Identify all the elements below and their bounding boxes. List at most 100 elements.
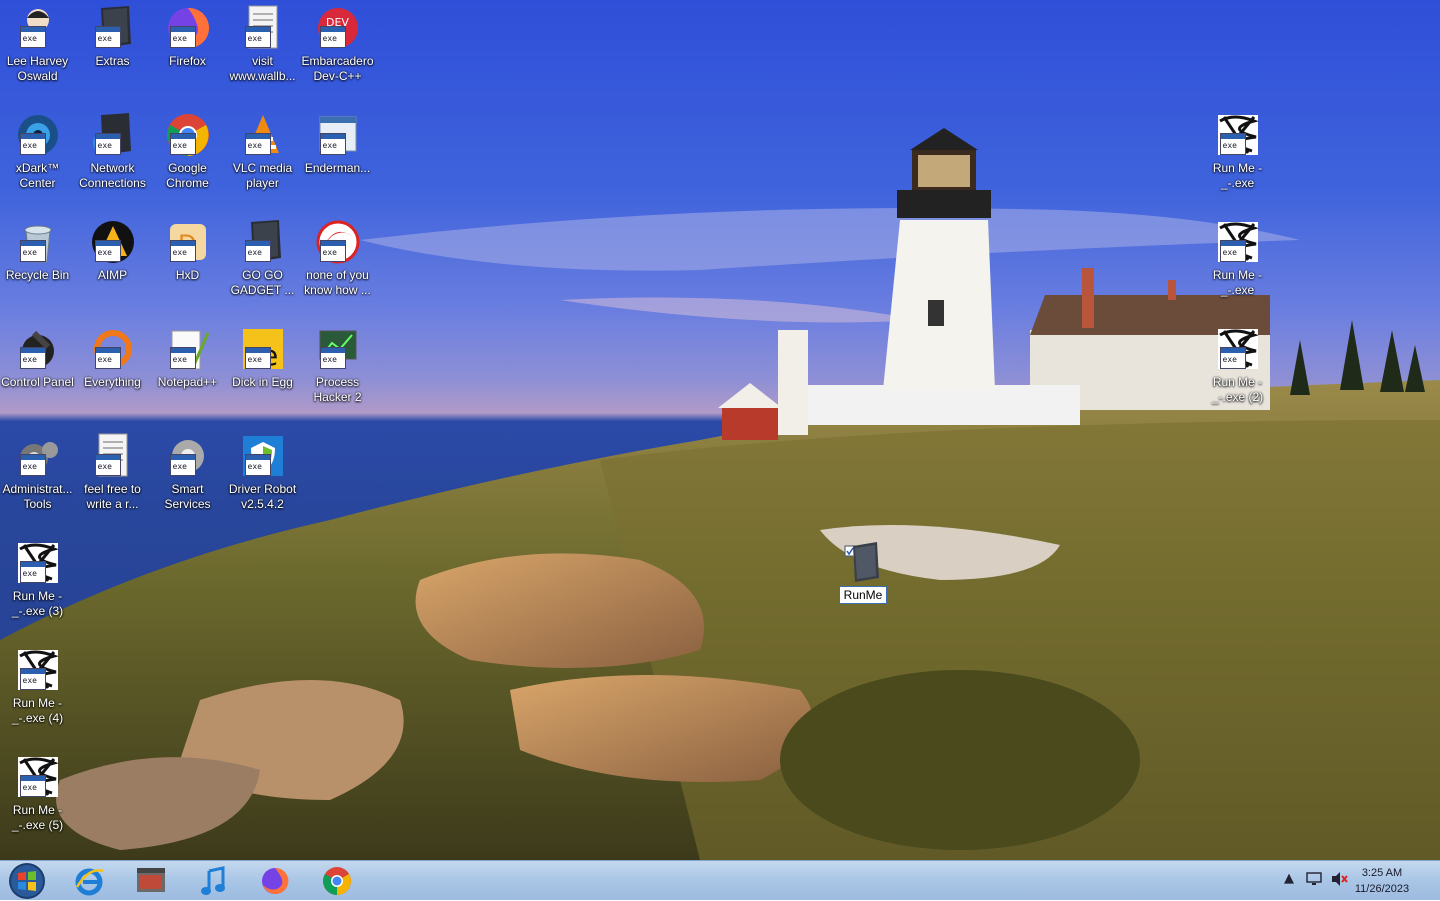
gears-icon — [14, 432, 62, 480]
desktop-icon[interactable]: D HxD — [150, 214, 225, 283]
shield-icon — [239, 432, 287, 480]
hxd-icon: D — [164, 218, 212, 266]
desktop-icon-label: Google Chrome — [166, 161, 209, 190]
desktop-icon-label: Administrat... Tools — [2, 482, 73, 511]
desktop-icon[interactable]: Process Hacker 2 — [300, 321, 375, 405]
desktop-icon[interactable]: Administrat... Tools — [0, 428, 75, 512]
desktop-icon[interactable]: Enderman... — [300, 107, 375, 176]
desktop-icon-label: Dick in Egg — [232, 375, 293, 389]
desktop-icon[interactable]: Control Panel — [0, 321, 75, 390]
egg-icon: e — [239, 325, 287, 373]
document-icon — [89, 432, 137, 480]
desktop-icon[interactable]: Lee Harvey Oswald — [0, 0, 75, 84]
desktop-icon[interactable]: Network Connections — [75, 107, 150, 191]
desktop-icon[interactable]: Run Me -_-.exe — [1200, 107, 1275, 191]
desktop-icon-label: Run Me -_-.exe — [1212, 161, 1263, 190]
desktop-icon-label: Embarcadero Dev-C++ — [301, 54, 374, 83]
desktop-icon[interactable]: Firefox — [150, 0, 225, 69]
scribble-icon — [14, 753, 62, 801]
scribble-icon — [1214, 111, 1262, 159]
desktop-icon[interactable]: Run Me -_-.exe — [1200, 214, 1275, 298]
chrome-icon[interactable] — [312, 863, 362, 899]
desktop-icon-label: Control Panel — [1, 375, 74, 389]
vlc-icon — [239, 111, 287, 159]
figure-icon — [14, 4, 62, 52]
control-panel-icon — [14, 325, 62, 373]
film-icon[interactable] — [126, 863, 176, 899]
desktop-icon-label: Recycle Bin — [5, 268, 70, 282]
desktop-icon[interactable]: e Dick in Egg — [225, 321, 300, 390]
desktop-icon[interactable]: VLC media player — [225, 107, 300, 191]
firefox-icon — [164, 4, 212, 52]
desktop-icon-label: Process Hacker 2 — [313, 375, 362, 404]
desktop-icon[interactable]: Run Me -_-.exe (5) — [0, 749, 75, 833]
search-ring-icon — [89, 325, 137, 373]
desktop-icon-label: Smart Services — [164, 482, 211, 511]
scribble-icon — [14, 646, 62, 694]
gear-icon — [164, 432, 212, 480]
red-circle-icon — [314, 218, 362, 266]
desktop-icon[interactable]: Everything — [75, 321, 150, 390]
desktop-icon[interactable]: Google Chrome — [150, 107, 225, 191]
internet-explorer-icon[interactable] — [64, 863, 114, 899]
desktop-icon-label: Extras — [95, 54, 130, 68]
box-icon — [89, 4, 137, 52]
monitor-icon — [314, 325, 362, 373]
desktop-icon-label: HxD — [175, 268, 200, 282]
desktop-icon[interactable]: visit www.wallb... — [225, 0, 300, 84]
aimp-icon — [89, 218, 137, 266]
desktop-icon-label: Lee Harvey Oswald — [6, 54, 69, 83]
desktop-icon-label: Enderman... — [304, 161, 371, 175]
desktop-icon-label: feel free to write a r... — [84, 482, 141, 511]
desktop-icon-label: Run Me -_-.exe (5) — [11, 803, 64, 832]
clock-time: 3:25 AM — [1361, 867, 1403, 879]
chrome-icon — [164, 111, 212, 159]
network-icon — [89, 111, 137, 159]
clock-date: 11/26/2023 — [1354, 883, 1410, 895]
recycle-bin-icon — [14, 218, 62, 266]
desktop-wallpaper[interactable]: Lee Harvey Oswald Extras Firefox visit www.… — [0, 0, 1440, 860]
window-icon — [314, 111, 362, 159]
devcpp-icon: DEV — [314, 4, 362, 52]
desktop-icon-label: none of you know how ... — [304, 268, 371, 297]
desktop-icon[interactable]: Run Me -_-.exe (2) — [1200, 321, 1275, 405]
desktop-icon[interactable]: Driver Robot v2.5.4.2 — [225, 428, 300, 512]
desktop-icon-label: Run Me -_-.exe (2) — [1211, 375, 1264, 404]
desktop-icon[interactable]: Notepad++ — [150, 321, 225, 390]
desktop-icon[interactable]: Run Me -_-.exe (3) — [0, 535, 75, 619]
desktop-icon-label: Driver Robot v2.5.4.2 — [228, 482, 297, 511]
runme-selected-icon[interactable]: RunMe — [838, 540, 888, 604]
desktop-icon[interactable]: Smart Services — [150, 428, 225, 512]
file-icon — [843, 540, 883, 584]
desktop-icon[interactable]: DEVEmbarcadero Dev-C++ — [300, 0, 375, 84]
desktop-icon-label: Firefox — [169, 54, 206, 68]
network-tray-icon[interactable] — [1306, 871, 1322, 891]
desktop-icon[interactable]: none of you know how ... — [300, 214, 375, 298]
show-hidden-icon[interactable]: ▲ — [1284, 871, 1294, 886]
desktop-icon-label: Run Me -_-.exe (3) — [11, 589, 64, 618]
desktop-icon[interactable]: Recycle Bin — [0, 214, 75, 283]
desktop-icon-label: Network Connections — [79, 161, 146, 190]
scribble-icon — [1214, 218, 1262, 266]
scribble-icon — [1214, 325, 1262, 373]
desktop-icon[interactable]: xDark™ Center — [0, 107, 75, 191]
firefox-icon[interactable] — [250, 863, 300, 899]
scribble-icon — [14, 539, 62, 587]
desktop-icon[interactable]: Run Me -_-.exe (4) — [0, 642, 75, 726]
desktop-icon-label: xDark™ Center — [15, 161, 60, 190]
windows-start-icon[interactable] — [2, 863, 52, 899]
desktop-icon-label: AIMP — [97, 268, 128, 282]
runme-label: RunMe — [838, 586, 888, 604]
desktop-icon-label: visit www.wallb... — [229, 54, 296, 83]
desktop-icon-label: Run Me -_-.exe (4) — [11, 696, 64, 725]
desktop-icon[interactable]: feel free to write a r... — [75, 428, 150, 512]
document-icon — [239, 4, 287, 52]
desktop-icon[interactable]: Extras — [75, 0, 150, 69]
desktop-icon[interactable]: GO GO GADGET ... — [225, 214, 300, 298]
notepad-icon — [164, 325, 212, 373]
desktop-icon[interactable]: AIMP — [75, 214, 150, 283]
desktop-icon-label: GO GO GADGET ... — [230, 268, 295, 297]
music-note-icon[interactable] — [188, 863, 238, 899]
desktop-icon-label: VLC media player — [232, 161, 293, 190]
system-clock[interactable]: 3:25 AM 11/26/2023 — [1342, 865, 1422, 897]
